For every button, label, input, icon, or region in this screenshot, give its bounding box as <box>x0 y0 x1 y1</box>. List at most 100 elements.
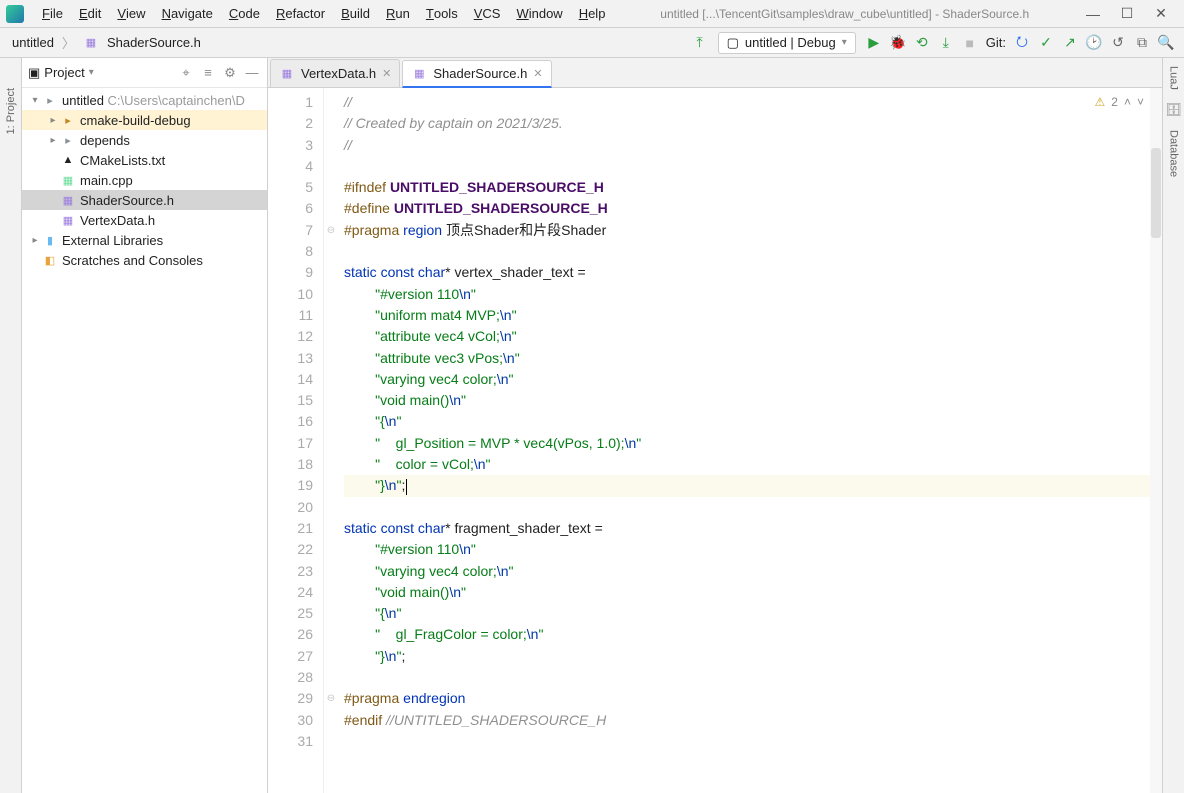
maximize-icon[interactable]: ☐ <box>1110 5 1144 22</box>
code-line-19[interactable]: "}\n"; <box>344 475 1162 496</box>
code-line-15[interactable]: "void main()\n" <box>344 390 1162 411</box>
menu-refactor[interactable]: Refactor <box>268 6 333 21</box>
tree-item-vertexdata-h[interactable]: ▦VertexData.h <box>22 210 267 230</box>
next-highlight-icon[interactable]: ˅ <box>1137 92 1144 113</box>
inspection-widget[interactable]: ⚠ 2 ˄ ˅ <box>1095 92 1144 113</box>
run-config-select[interactable]: ▢ untitled | Debug ▾ <box>718 32 856 54</box>
close-tab-icon[interactable]: ✕ <box>382 67 391 80</box>
stop-icon[interactable]: ■ <box>960 33 980 53</box>
menu-file[interactable]: File <box>34 6 71 21</box>
code-line-5[interactable]: #ifndef UNTITLED_SHADERSOURCE_H <box>344 177 1162 198</box>
code-line-20[interactable] <box>344 497 1162 518</box>
project-pane-header: ▣ Project ▾ ⌖ ≡ ⚙ — <box>22 58 267 88</box>
project-tool-button[interactable]: 1: Project <box>5 88 17 134</box>
editor-area: ▦VertexData.h✕▦ShaderSource.h✕ 123456789… <box>268 58 1162 793</box>
code-line-21[interactable]: static const char* fragment_shader_text … <box>344 518 1162 539</box>
editor-tabs: ▦VertexData.h✕▦ShaderSource.h✕ <box>268 58 1162 88</box>
code-line-11[interactable]: "uniform mat4 MVP;\n" <box>344 305 1162 326</box>
menu-code[interactable]: Code <box>221 6 268 21</box>
code-line-13[interactable]: "attribute vec3 vPos;\n" <box>344 348 1162 369</box>
ide-settings-icon[interactable]: ⧉ <box>1132 33 1152 53</box>
tree-item-cmake-build-debug[interactable]: ▸▸cmake-build-debug <box>22 110 267 130</box>
breadcrumb-file[interactable]: ▦ ShaderSource.h <box>77 33 207 53</box>
code-line-16[interactable]: "{\n" <box>344 411 1162 432</box>
fold-column[interactable]: ⊖⊖ <box>324 88 338 793</box>
menu-build[interactable]: Build <box>333 6 378 21</box>
database-icon[interactable]: 🗄 <box>1165 102 1182 118</box>
git-history-icon[interactable]: 🕑 <box>1084 33 1104 53</box>
menu-edit[interactable]: Edit <box>71 6 109 21</box>
expand-all-icon[interactable]: ≡ <box>199 64 217 82</box>
tree-item-cmakelists-txt[interactable]: ▲CMakeLists.txt <box>22 150 267 170</box>
breadcrumb-project[interactable]: untitled <box>6 33 60 52</box>
code-line-7[interactable]: #pragma region 顶点Shader和片段Shader <box>344 220 1162 241</box>
project-pane-title[interactable]: ▣ Project ▾ <box>28 65 173 81</box>
code-line-27[interactable]: "}\n"; <box>344 646 1162 667</box>
menu-window[interactable]: Window <box>508 6 570 21</box>
menu-vcs[interactable]: VCS <box>466 6 509 21</box>
git-update-icon[interactable]: ⭮ <box>1012 33 1032 53</box>
code-line-30[interactable]: #endif //UNTITLED_SHADERSOURCE_H <box>344 710 1162 731</box>
code-line-24[interactable]: "void main()\n" <box>344 582 1162 603</box>
code-line-12[interactable]: "attribute vec4 vCol;\n" <box>344 326 1162 347</box>
menu-run[interactable]: Run <box>378 6 418 21</box>
tree-root[interactable]: ▾▸ untitled C:\Users\captainchen\D <box>22 90 267 110</box>
file-icon: ▦ <box>60 172 76 188</box>
scrollbar-thumb[interactable] <box>1151 148 1161 238</box>
code-line-23[interactable]: "varying vec4 color;\n" <box>344 561 1162 582</box>
minimize-icon[interactable]: — <box>1076 6 1110 22</box>
menu-help[interactable]: Help <box>571 6 614 21</box>
prev-highlight-icon[interactable]: ˄ <box>1124 92 1131 113</box>
git-commit-icon[interactable]: ✓ <box>1036 33 1056 53</box>
code-line-17[interactable]: " gl_Position = MVP * vec4(vPos, 1.0);\n… <box>344 433 1162 454</box>
code-line-28[interactable] <box>344 667 1162 688</box>
code-line-6[interactable]: #define UNTITLED_SHADERSOURCE_H <box>344 198 1162 219</box>
menu-tools[interactable]: Tools <box>418 6 466 21</box>
debug-icon[interactable]: 🐞 <box>888 33 908 53</box>
tree-item-depends[interactable]: ▸▸depends <box>22 130 267 150</box>
close-icon[interactable]: ✕ <box>1144 5 1178 22</box>
tree-item-main-cpp[interactable]: ▦main.cpp <box>22 170 267 190</box>
code-line-10[interactable]: "#version 110\n" <box>344 284 1162 305</box>
locate-icon[interactable]: ⌖ <box>177 64 195 82</box>
tree-scratches[interactable]: ◧ Scratches and Consoles <box>22 250 267 270</box>
code-line-22[interactable]: "#version 110\n" <box>344 539 1162 560</box>
code-line-26[interactable]: " gl_FragColor = color;\n" <box>344 624 1162 645</box>
editor-body[interactable]: 1234567891011121314151617181920212223242… <box>268 88 1162 793</box>
gutter[interactable]: 1234567891011121314151617181920212223242… <box>268 88 324 793</box>
close-tab-icon[interactable]: ✕ <box>533 67 542 80</box>
database-tool-button[interactable]: Database <box>1168 130 1180 177</box>
gear-icon[interactable]: ⚙ <box>221 64 239 82</box>
tree-external-libraries[interactable]: ▸▮ External Libraries <box>22 230 267 250</box>
coverage-icon[interactable]: ⟲ <box>912 33 932 53</box>
git-push-icon[interactable]: ↗ <box>1060 33 1080 53</box>
tab-shadersource-h[interactable]: ▦ShaderSource.h✕ <box>402 60 551 88</box>
code-content[interactable]: //// Created by captain on 2021/3/25.// … <box>338 88 1162 793</box>
luaj-tool-button[interactable]: LuaJ <box>1168 66 1180 90</box>
header-file-icon: ▦ <box>279 66 295 82</box>
project-tree[interactable]: ▾▸ untitled C:\Users\captainchen\D ▸▸cma… <box>22 88 267 793</box>
code-line-29[interactable]: #pragma endregion <box>344 688 1162 709</box>
git-rollback-icon[interactable]: ↺ <box>1108 33 1128 53</box>
code-line-25[interactable]: "{\n" <box>344 603 1162 624</box>
search-icon[interactable]: 🔍 <box>1156 33 1176 53</box>
code-line-2[interactable]: // Created by captain on 2021/3/25. <box>344 113 1162 134</box>
hide-icon[interactable]: — <box>243 64 261 82</box>
menu-navigate[interactable]: Navigate <box>154 6 221 21</box>
code-line-3[interactable]: // <box>344 135 1162 156</box>
run-icon[interactable]: ▶ <box>864 33 884 53</box>
vertical-scrollbar[interactable] <box>1150 88 1162 793</box>
code-line-8[interactable] <box>344 241 1162 262</box>
code-line-14[interactable]: "varying vec4 color;\n" <box>344 369 1162 390</box>
code-line-1[interactable]: // <box>344 92 1162 113</box>
code-line-31[interactable] <box>344 731 1162 752</box>
target-icon: ▢ <box>727 35 739 51</box>
tab-vertexdata-h[interactable]: ▦VertexData.h✕ <box>270 59 400 87</box>
code-line-18[interactable]: " color = vCol;\n" <box>344 454 1162 475</box>
build-hammer-icon[interactable]: ⤒ <box>690 33 710 53</box>
menu-view[interactable]: View <box>109 6 153 21</box>
tree-item-shadersource-h[interactable]: ▦ShaderSource.h <box>22 190 267 210</box>
code-line-9[interactable]: static const char* vertex_shader_text = <box>344 262 1162 283</box>
profile-icon[interactable]: ⤓ <box>936 33 956 53</box>
code-line-4[interactable] <box>344 156 1162 177</box>
